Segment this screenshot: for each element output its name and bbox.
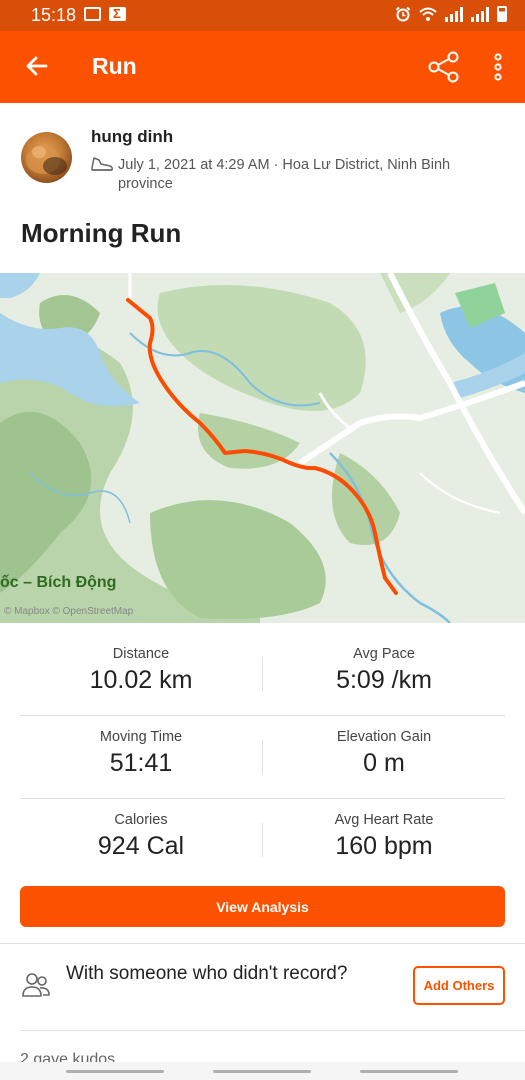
nav-home-handle[interactable] [213, 1070, 311, 1073]
status-bar: 15:18 [0, 0, 525, 31]
system-nav-bar [0, 1062, 525, 1080]
activity-date-location: July 1, 2021 at 4:29 AM · Hoa Lư Distric… [118, 157, 451, 192]
view-analysis-button[interactable]: View Analysis [20, 886, 505, 927]
stat-label: Elevation Gain [336, 729, 432, 745]
stats-grid: Distance 10.02 km Avg Pace 5:09 /km Movi… [20, 633, 505, 881]
more-vertical-icon[interactable] [486, 49, 510, 85]
avatar[interactable] [21, 132, 72, 183]
signal-icon [471, 6, 489, 22]
stat-label: Avg Heart Rate [334, 812, 434, 828]
divider [0, 943, 525, 944]
image-icon [84, 7, 101, 21]
with-others-text: With someone who didn't record? [66, 963, 348, 984]
route-map[interactable]: ốc – Bích Động © Mapbox © OpenStreetMap [0, 273, 525, 623]
stat-label: Calories [114, 812, 168, 828]
nav-back-handle[interactable] [360, 1070, 458, 1073]
map-background [0, 273, 525, 623]
divider [20, 1030, 525, 1031]
stat-elevation-gain: Elevation Gain 0 m [263, 716, 505, 778]
stat-value: 10.02 km [89, 666, 193, 694]
shoe-icon [91, 157, 113, 171]
stat-avg-heart-rate: Avg Heart Rate 160 bpm [263, 799, 505, 861]
stat-moving-time: Moving Time 51:41 [20, 716, 262, 778]
app-toolbar: Run [0, 31, 525, 103]
map-place-label: ốc – Bích Động [0, 574, 117, 591]
stat-label: Avg Pace [353, 646, 415, 662]
activity-title: Morning Run [21, 218, 182, 248]
map-attribution[interactable]: © Mapbox © OpenStreetMap [4, 606, 133, 617]
share-icon[interactable] [426, 49, 462, 85]
stat-value: 924 Cal [97, 832, 185, 860]
alarm-icon [395, 6, 411, 22]
stat-distance: Distance 10.02 km [20, 633, 262, 695]
stats-row: Distance 10.02 km Avg Pace 5:09 /km [20, 633, 505, 716]
signal-icon [445, 6, 463, 22]
toolbar-title: Run [92, 53, 137, 79]
stat-value: 51:41 [109, 749, 173, 777]
stat-value: 5:09 /km [336, 666, 432, 694]
stat-avg-pace: Avg Pace 5:09 /km [263, 633, 505, 695]
stat-value: 160 bpm [335, 832, 433, 860]
stat-label: Distance [112, 646, 170, 662]
stats-row: Moving Time 51:41 Elevation Gain 0 m [20, 716, 505, 799]
stat-value: 0 m [363, 749, 405, 777]
battery-icon [497, 6, 507, 22]
arrow-left-icon[interactable] [22, 51, 52, 81]
stat-calories: Calories 924 Cal [20, 799, 262, 861]
user-name[interactable]: hung dinh [91, 127, 173, 147]
wifi-icon [419, 7, 437, 21]
people-icon [22, 973, 50, 997]
sigma-icon [109, 6, 126, 21]
stat-label: Moving Time [99, 729, 183, 745]
add-others-button[interactable]: Add Others [413, 966, 505, 1005]
stats-row: Calories 924 Cal Avg Heart Rate 160 bpm [20, 799, 505, 881]
nav-recents-handle[interactable] [66, 1070, 164, 1073]
status-time: 15:18 [31, 5, 77, 25]
